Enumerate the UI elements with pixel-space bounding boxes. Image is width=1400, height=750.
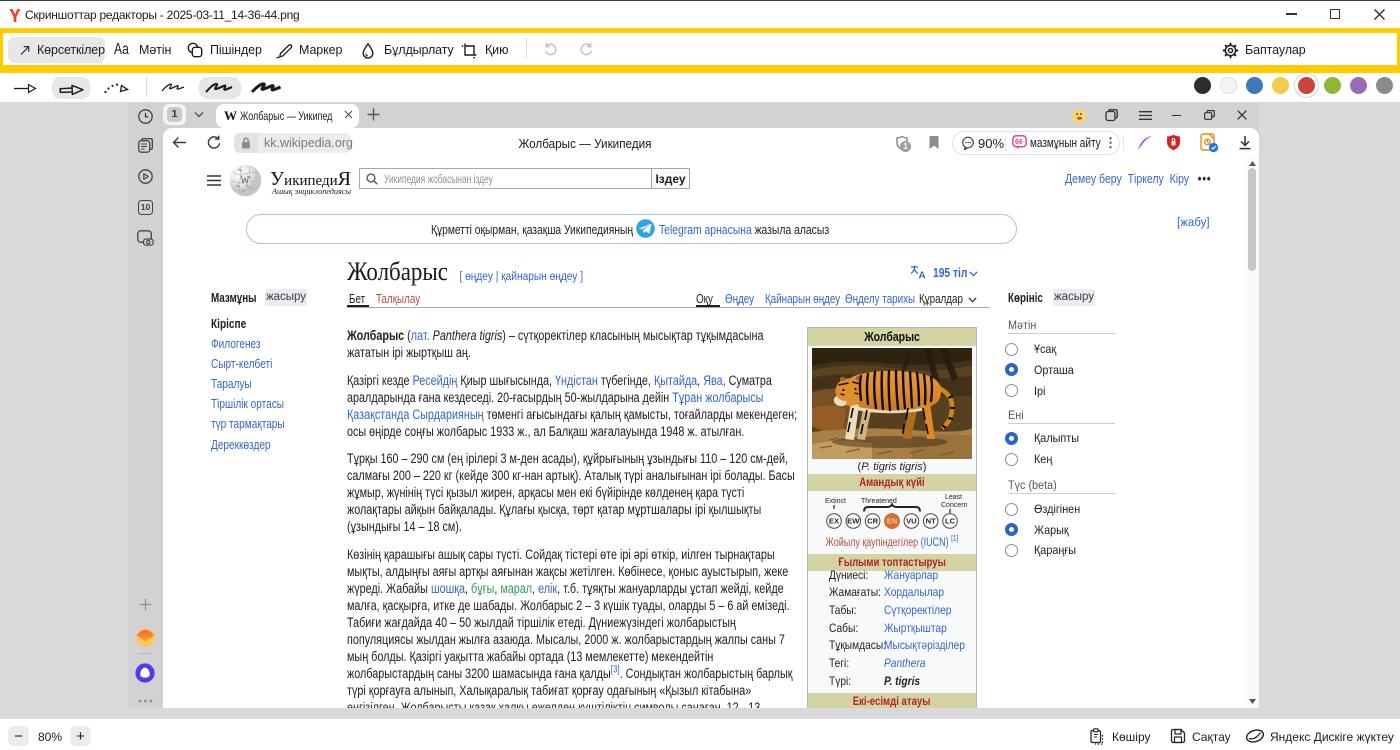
svg-text:Least: Least — [945, 494, 962, 501]
svg-text:VU: VU — [906, 517, 917, 526]
svg-text:EX: EX — [829, 517, 839, 526]
svg-text:NT: NT — [926, 517, 936, 526]
svg-text:66: 66 — [1015, 139, 1023, 146]
svg-text:LC: LC — [945, 517, 956, 526]
svg-text:A: A — [919, 271, 926, 280]
svg-text:CR: CR — [867, 517, 878, 526]
svg-text:Extinct: Extinct — [825, 498, 846, 505]
svg-text:Concern: Concern — [941, 502, 967, 509]
svg-text:EW: EW — [847, 517, 860, 526]
svg-text:EN: EN — [887, 517, 898, 526]
